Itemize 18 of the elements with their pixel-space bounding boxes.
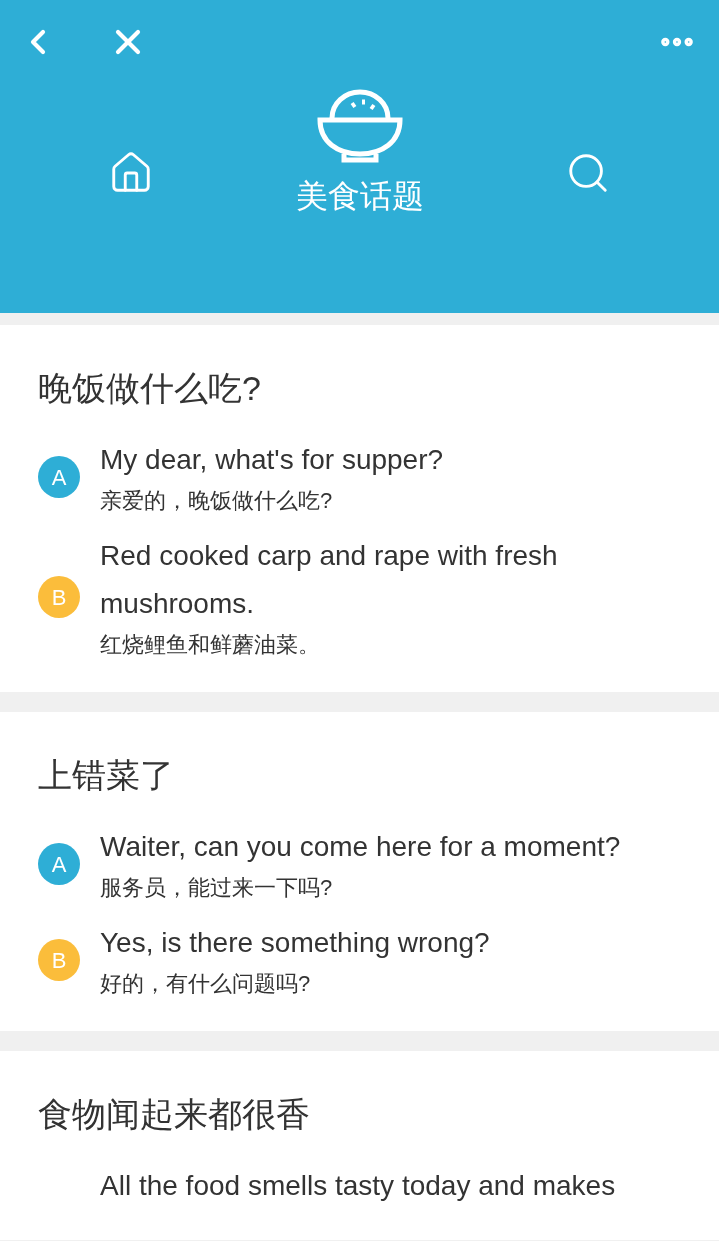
english-sentence: My dear, what's for supper? [100, 443, 444, 477]
english-sentence: Red cooked carp and rape with fresh mushrooms. [100, 539, 559, 621]
english-sentence: All the food smells tasty today and makes [100, 1169, 616, 1203]
chinese-translation: 亲爱的，晚饭做什么吃? [100, 487, 334, 515]
speaker-avatar: A [38, 456, 80, 498]
topic-title: 晚饭做什么吃? [38, 368, 262, 409]
english-sentence: Waiter, can you come here for a moment? [100, 830, 621, 864]
topic-title: 上错菜了 [38, 755, 175, 796]
chinese-translation: 服务员，能过来一下吗? [100, 874, 334, 902]
chinese-translation: 红烧鲤鱼和鲜蘑油菜。 [100, 631, 321, 659]
english-sentence: Yes, is there something wrong? [100, 926, 490, 960]
speaker-avatar: A [38, 843, 80, 885]
bowl-icon [315, 88, 404, 164]
topic-title: 食物闻起来都很香 [38, 1094, 311, 1135]
speaker-avatar: B [38, 939, 80, 981]
page-title: 美食话题 [295, 177, 424, 216]
speaker-avatar: B [38, 576, 80, 618]
chinese-translation: 好的，有什么问题吗? [100, 970, 312, 998]
